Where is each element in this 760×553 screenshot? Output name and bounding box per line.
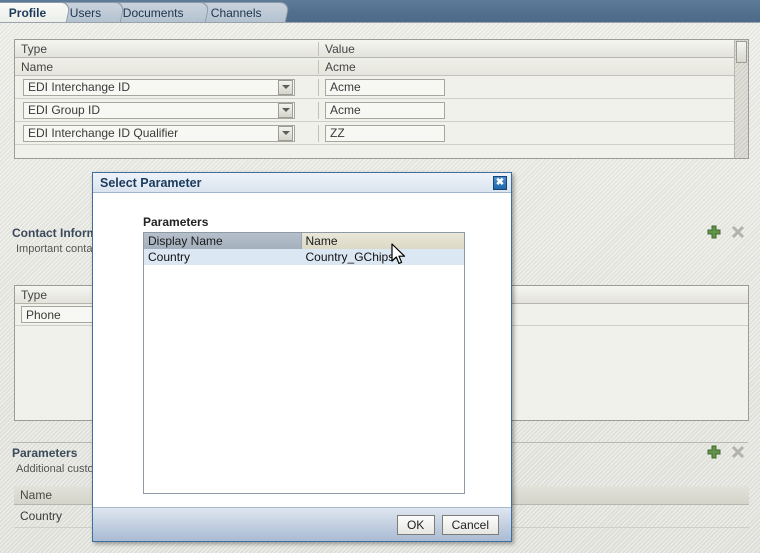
column-header-name[interactable]: Name bbox=[301, 233, 464, 249]
column-header-display-name[interactable]: Display Name bbox=[144, 233, 302, 249]
column-header-value[interactable]: Value bbox=[319, 42, 748, 56]
type-dropdown-1-label: EDI Group ID bbox=[28, 103, 101, 117]
tab-profile[interactable]: Profile bbox=[0, 2, 72, 22]
type-dropdown-2[interactable]: EDI Interchange ID Qualifier bbox=[23, 124, 295, 142]
contact-column-header-type-label: Type bbox=[21, 287, 48, 302]
chevron-down-icon[interactable] bbox=[278, 79, 293, 95]
cell-display-name: Country bbox=[144, 249, 302, 265]
close-icon[interactable]: ✖ bbox=[493, 175, 507, 190]
dialog-title: Select Parameter bbox=[100, 175, 202, 190]
profile-detail-grid: Type Value Name Acme EDI Interchange ID bbox=[14, 39, 749, 159]
dialog-body: Parameters Display Name Name Country Cou… bbox=[93, 193, 511, 508]
grid-header-row: Type Value bbox=[15, 40, 748, 58]
parameter-table: Display Name Name Country Country_GChips bbox=[143, 232, 465, 494]
row-value-cell: Acme bbox=[319, 78, 748, 96]
tab-channels-label: Channels bbox=[210, 5, 262, 20]
column-header-name-label: Name bbox=[305, 234, 338, 248]
dialog-title-bar[interactable]: Select Parameter ✖ bbox=[93, 173, 511, 193]
parameters-column-header-name-label: Name bbox=[20, 488, 53, 502]
tab-documents-label: Documents bbox=[122, 5, 184, 20]
table-row[interactable]: EDI Interchange ID Qualifier ZZ bbox=[15, 122, 748, 145]
row-type-cell: EDI Interchange ID bbox=[15, 78, 319, 96]
tab-profile-label: Profile bbox=[8, 5, 47, 20]
delete-icon[interactable] bbox=[730, 444, 746, 460]
row-value-cell: Acme bbox=[319, 101, 748, 119]
grid-summary-row[interactable]: Name Acme bbox=[15, 58, 748, 76]
table-row[interactable]: EDI Interchange ID Acme bbox=[15, 76, 748, 99]
tab-channels[interactable]: Channels bbox=[193, 2, 291, 22]
table-row[interactable]: Country Country_GChips bbox=[144, 249, 464, 265]
chevron-down-icon[interactable] bbox=[278, 102, 293, 118]
tab-bar: Channels Documents Users Profile bbox=[0, 0, 760, 22]
scrollbar-thumb[interactable] bbox=[736, 41, 747, 63]
value-input-0[interactable]: Acme bbox=[325, 78, 445, 96]
cancel-button[interactable]: Cancel bbox=[441, 514, 499, 535]
tab-users-label: Users bbox=[69, 5, 102, 20]
column-header-display-name-label: Display Name bbox=[148, 234, 223, 248]
cell-name: Country_GChips bbox=[302, 249, 464, 265]
cell-display-name-label: Country bbox=[148, 250, 191, 264]
select-parameter-dialog: Select Parameter ✖ Parameters Display Na… bbox=[92, 172, 512, 542]
column-header-value-label: Value bbox=[325, 41, 355, 56]
chevron-down-icon[interactable] bbox=[278, 125, 293, 141]
type-dropdown-1[interactable]: EDI Group ID bbox=[23, 101, 295, 119]
column-header-type-label: Type bbox=[21, 41, 48, 56]
delete-icon[interactable] bbox=[730, 224, 746, 240]
dialog-footer: OK Cancel bbox=[93, 507, 511, 541]
value-input-2[interactable]: ZZ bbox=[325, 124, 445, 142]
value-input-1[interactable]: Acme bbox=[325, 101, 445, 119]
cell-name-label: Country_GChips bbox=[305, 250, 395, 264]
column-header-type[interactable]: Type bbox=[15, 41, 319, 56]
add-icon[interactable] bbox=[706, 224, 722, 240]
contact-section-actions bbox=[706, 224, 746, 240]
row-type-cell: EDI Interchange ID Qualifier bbox=[15, 124, 319, 142]
row-value-cell: ZZ bbox=[319, 124, 748, 142]
summary-value-cell: Acme bbox=[319, 60, 748, 74]
type-dropdown-0-label: EDI Interchange ID bbox=[28, 80, 131, 94]
add-icon[interactable] bbox=[706, 444, 722, 460]
summary-value-label: Acme bbox=[325, 59, 356, 74]
ok-button[interactable]: OK bbox=[396, 514, 435, 535]
parameters-section-actions bbox=[706, 444, 746, 460]
list-item-label: Country bbox=[20, 509, 63, 523]
type-dropdown-2-label: EDI Interchange ID Qualifier bbox=[28, 126, 179, 140]
row-type-cell: EDI Group ID bbox=[15, 101, 319, 119]
dialog-parameters-label: Parameters bbox=[143, 215, 209, 229]
summary-type-cell: Name bbox=[15, 59, 319, 74]
summary-type-label: Name bbox=[21, 59, 54, 74]
grid-vertical-scrollbar[interactable] bbox=[734, 40, 748, 158]
table-row[interactable]: EDI Group ID Acme bbox=[15, 99, 748, 122]
type-dropdown-0[interactable]: EDI Interchange ID bbox=[23, 78, 295, 96]
parameter-table-header: Display Name Name bbox=[144, 233, 464, 249]
